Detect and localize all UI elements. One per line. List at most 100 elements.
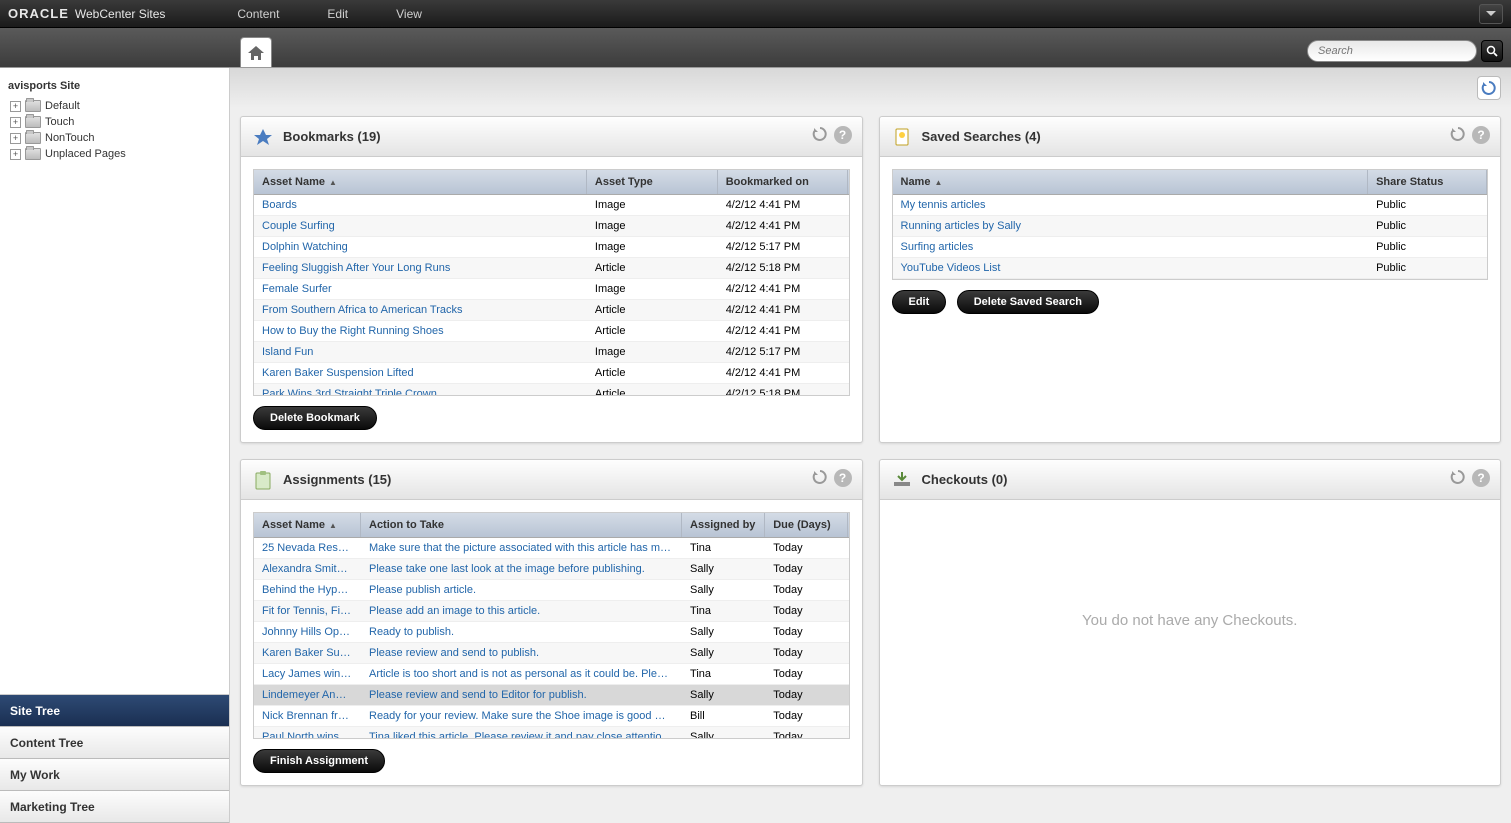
table-row[interactable]: Karen Baker Suspension LiftedArticle4/2/… bbox=[254, 363, 849, 384]
asset-name-cell[interactable]: Paul North wins C... bbox=[254, 727, 361, 738]
col-share-status[interactable]: Share Status bbox=[1368, 170, 1487, 194]
col-asset-name[interactable]: Asset Name▲ bbox=[254, 170, 587, 194]
action-cell[interactable]: Please review and send to Editor for pub… bbox=[361, 685, 682, 705]
asset-name-cell[interactable]: Lacy James wins ... bbox=[254, 664, 361, 684]
delete-saved-search-button[interactable]: Delete Saved Search bbox=[957, 290, 1099, 314]
table-row[interactable]: Dolphin WatchingImage4/2/12 5:17 PM bbox=[254, 237, 849, 258]
accordion-site-tree[interactable]: Site Tree bbox=[0, 695, 229, 727]
action-cell[interactable]: Please publish article. bbox=[361, 580, 682, 600]
asset-name-cell[interactable]: Lindemeyer Anno... bbox=[254, 685, 361, 705]
asset-name-cell[interactable]: Johnny Hills Optimi... bbox=[254, 622, 361, 642]
tree-node[interactable]: +Touch bbox=[6, 114, 223, 130]
table-row[interactable]: Johnny Hills Optimi...Ready to publish.S… bbox=[254, 622, 849, 643]
table-row[interactable]: YouTube Videos ListPublic bbox=[893, 258, 1488, 279]
asset-name-cell[interactable]: 25 Nevada Resort... bbox=[254, 538, 361, 558]
accordion-marketing-tree[interactable]: Marketing Tree bbox=[0, 791, 229, 823]
expand-icon[interactable]: + bbox=[10, 101, 21, 112]
action-cell[interactable]: Please take one last look at the image b… bbox=[361, 559, 682, 579]
home-tab[interactable] bbox=[240, 37, 272, 67]
expand-icon[interactable]: + bbox=[10, 117, 21, 128]
checkouts-refresh-button[interactable] bbox=[1450, 469, 1466, 490]
action-cell[interactable]: Ready to publish. bbox=[361, 622, 682, 642]
table-row[interactable]: Couple SurfingImage4/2/12 4:41 PM bbox=[254, 216, 849, 237]
name-cell[interactable]: Surfing articles bbox=[893, 237, 1369, 257]
tree-node[interactable]: +NonTouch bbox=[6, 130, 223, 146]
checkouts-help-button[interactable]: ? bbox=[1472, 469, 1490, 487]
table-row[interactable]: Karen Baker Susp...Please review and sen… bbox=[254, 643, 849, 664]
table-row[interactable]: Alexandra Smith E...Please take one last… bbox=[254, 559, 849, 580]
asset-name-cell[interactable]: Fit for Tennis, Fit f... bbox=[254, 601, 361, 621]
asset-name-cell[interactable]: Feeling Sluggish After Your Long Runs bbox=[254, 258, 587, 278]
asset-name-cell[interactable]: Alexandra Smith E... bbox=[254, 559, 361, 579]
menu-edit[interactable]: Edit bbox=[327, 7, 348, 21]
col-due[interactable]: Due (Days) bbox=[765, 513, 848, 537]
table-row[interactable]: Park Wins 3rd Straight Triple CrownArtic… bbox=[254, 384, 849, 395]
assignments-grid-body[interactable]: 25 Nevada Resort...Make sure that the pi… bbox=[254, 538, 849, 738]
asset-name-cell[interactable]: Boards bbox=[254, 195, 587, 215]
action-cell[interactable]: Article is too short and is not as perso… bbox=[361, 664, 682, 684]
refresh-all-button[interactable] bbox=[1477, 76, 1501, 100]
col-bookmarked-on[interactable]: Bookmarked on bbox=[718, 170, 849, 194]
expand-icon[interactable]: + bbox=[10, 149, 21, 160]
name-cell[interactable]: YouTube Videos List bbox=[893, 258, 1369, 278]
action-cell[interactable]: Ready for your review. Make sure the Sho… bbox=[361, 706, 682, 726]
col-action[interactable]: Action to Take bbox=[361, 513, 682, 537]
asset-name-cell[interactable]: Dolphin Watching bbox=[254, 237, 587, 257]
asset-name-cell[interactable]: From Southern Africa to American Tracks bbox=[254, 300, 587, 320]
asset-name-cell[interactable]: Behind the Hype o... bbox=[254, 580, 361, 600]
table-row[interactable]: Running articles by SallyPublic bbox=[893, 216, 1488, 237]
table-row[interactable]: 25 Nevada Resort...Make sure that the pi… bbox=[254, 538, 849, 559]
col-assigned-by[interactable]: Assigned by bbox=[682, 513, 765, 537]
action-cell[interactable]: Tina liked this article. Please review i… bbox=[361, 727, 682, 738]
table-row[interactable]: My tennis articlesPublic bbox=[893, 195, 1488, 216]
assignments-help-button[interactable]: ? bbox=[834, 469, 852, 487]
col-asset-type[interactable]: Asset Type bbox=[587, 170, 718, 194]
asset-name-cell[interactable]: How to Buy the Right Running Shoes bbox=[254, 321, 587, 341]
dropdown-toggle[interactable] bbox=[1479, 4, 1503, 24]
saved-searches-help-button[interactable]: ? bbox=[1472, 126, 1490, 144]
action-cell[interactable]: Please add an image to this article. bbox=[361, 601, 682, 621]
finish-assignment-button[interactable]: Finish Assignment bbox=[253, 749, 385, 773]
asset-name-cell[interactable]: Nick Brennan frac... bbox=[254, 706, 361, 726]
table-row[interactable]: Surfing articlesPublic bbox=[893, 237, 1488, 258]
table-row[interactable]: Feeling Sluggish After Your Long RunsArt… bbox=[254, 258, 849, 279]
col-name[interactable]: Name▲ bbox=[893, 170, 1369, 194]
edit-saved-search-button[interactable]: Edit bbox=[892, 290, 947, 314]
table-row[interactable]: Lindemeyer Anno...Please review and send… bbox=[254, 685, 849, 706]
delete-bookmark-button[interactable]: Delete Bookmark bbox=[253, 406, 377, 430]
asset-name-cell[interactable]: Island Fun bbox=[254, 342, 587, 362]
asset-name-cell[interactable]: Female Surfer bbox=[254, 279, 587, 299]
table-row[interactable]: Female SurferImage4/2/12 4:41 PM bbox=[254, 279, 849, 300]
table-row[interactable]: How to Buy the Right Running ShoesArticl… bbox=[254, 321, 849, 342]
table-row[interactable]: Paul North wins C...Tina liked this arti… bbox=[254, 727, 849, 738]
name-cell[interactable]: My tennis articles bbox=[893, 195, 1369, 215]
asset-name-cell[interactable]: Karen Baker Suspension Lifted bbox=[254, 363, 587, 383]
table-row[interactable]: Behind the Hype o...Please publish artic… bbox=[254, 580, 849, 601]
search-input[interactable] bbox=[1307, 40, 1477, 62]
bookmarks-grid-body[interactable]: BoardsImage4/2/12 4:41 PMCouple SurfingI… bbox=[254, 195, 849, 395]
action-cell[interactable]: Please review and send to publish. bbox=[361, 643, 682, 663]
search-button[interactable] bbox=[1481, 40, 1503, 62]
expand-icon[interactable]: + bbox=[10, 133, 21, 144]
saved-searches-refresh-button[interactable] bbox=[1450, 126, 1466, 147]
bookmarks-refresh-button[interactable] bbox=[812, 126, 828, 147]
tree-node[interactable]: +Unplaced Pages bbox=[6, 146, 223, 162]
bookmarks-help-button[interactable]: ? bbox=[834, 126, 852, 144]
table-row[interactable]: Lacy James wins ...Article is too short … bbox=[254, 664, 849, 685]
action-cell[interactable]: Make sure that the picture associated wi… bbox=[361, 538, 682, 558]
accordion-content-tree[interactable]: Content Tree bbox=[0, 727, 229, 759]
asset-name-cell[interactable]: Couple Surfing bbox=[254, 216, 587, 236]
tree-node[interactable]: +Default bbox=[6, 98, 223, 114]
table-row[interactable]: From Southern Africa to American TracksA… bbox=[254, 300, 849, 321]
menu-content[interactable]: Content bbox=[237, 7, 279, 21]
menu-view[interactable]: View bbox=[396, 7, 422, 21]
table-row[interactable]: Nick Brennan frac...Ready for your revie… bbox=[254, 706, 849, 727]
col-asset-name[interactable]: Asset Name▲ bbox=[254, 513, 361, 537]
assignments-refresh-button[interactable] bbox=[812, 469, 828, 490]
table-row[interactable]: Fit for Tennis, Fit f...Please add an im… bbox=[254, 601, 849, 622]
asset-name-cell[interactable]: Karen Baker Susp... bbox=[254, 643, 361, 663]
table-row[interactable]: Island FunImage4/2/12 5:17 PM bbox=[254, 342, 849, 363]
table-row[interactable]: BoardsImage4/2/12 4:41 PM bbox=[254, 195, 849, 216]
accordion-my-work[interactable]: My Work bbox=[0, 759, 229, 791]
asset-name-cell[interactable]: Park Wins 3rd Straight Triple Crown bbox=[254, 384, 587, 395]
